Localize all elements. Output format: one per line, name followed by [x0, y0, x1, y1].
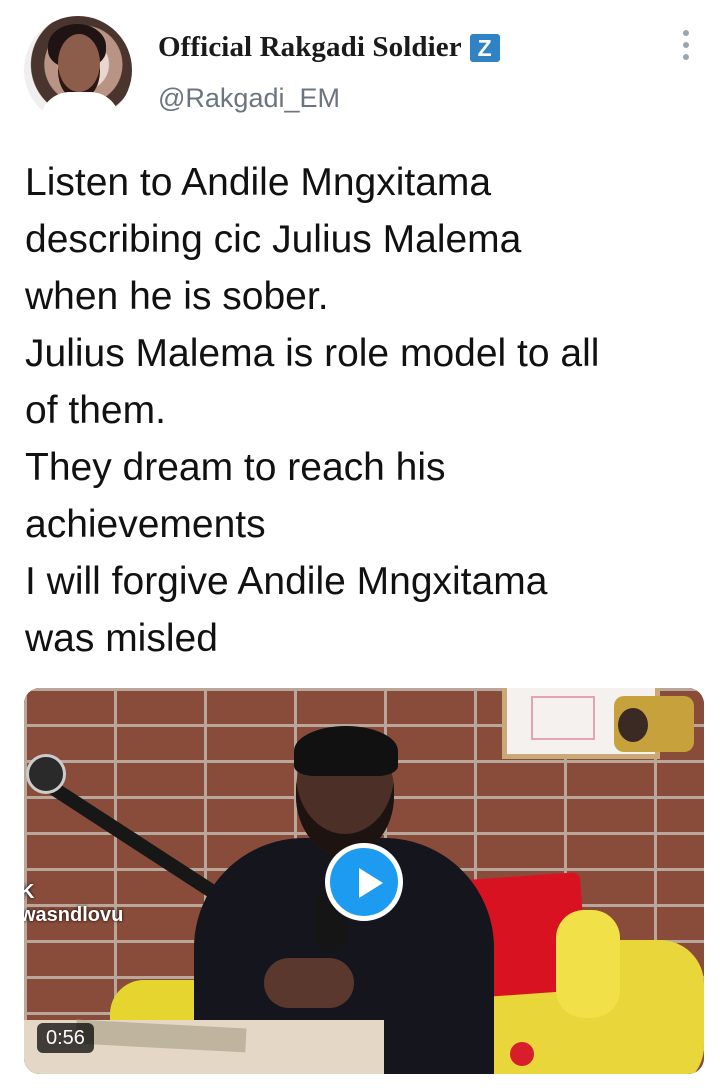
- z-badge: Z: [469, 33, 500, 62]
- microphone-clamp: [26, 754, 66, 794]
- more-options-button[interactable]: [674, 30, 698, 70]
- tweet-text-line: was misled: [25, 617, 218, 660]
- user-handle[interactable]: @Rakgadi_EM: [158, 83, 340, 114]
- vertical-ellipsis-icon: [683, 54, 689, 60]
- frame-art: [531, 696, 595, 740]
- tweet-text-line: achievements: [25, 503, 266, 546]
- tweet-header: Official Rakgadi Soldier Z @Rakgadi_EM: [0, 0, 720, 140]
- tweet-text-line: describing cic Julius Malema: [25, 218, 522, 261]
- video-watermark: K wasndlovu: [24, 881, 124, 926]
- logo-face: [618, 708, 648, 742]
- display-name[interactable]: Official Rakgadi Soldier: [158, 31, 462, 64]
- yellow-chair-arm: [556, 910, 620, 1018]
- avatar-face: [58, 34, 100, 92]
- tweet-text-line: Listen to Andile Mngxitama: [25, 161, 492, 204]
- vertical-ellipsis-icon: [683, 30, 689, 36]
- play-button[interactable]: [325, 843, 403, 921]
- speaker-hair: [294, 726, 398, 776]
- tweet-text-line: of them.: [25, 389, 166, 432]
- corner-logo-icon: [614, 696, 694, 752]
- speaker-hands: [264, 958, 354, 1008]
- profile-avatar[interactable]: [24, 16, 132, 124]
- avatar-shirt: [40, 92, 120, 124]
- play-icon: [359, 868, 383, 898]
- tweet-text: Listen to Andile Mngxitama describing ci…: [25, 154, 705, 667]
- video-player[interactable]: K wasndlovu 0:56: [24, 688, 704, 1074]
- name-row: Official Rakgadi Soldier Z: [158, 31, 500, 64]
- tweet-text-line: Julius Malema is role model to all: [25, 332, 600, 375]
- video-duration: 0:56: [37, 1023, 94, 1053]
- red-ball: [510, 1042, 534, 1066]
- tweet-text-line: when he is sober.: [25, 275, 329, 318]
- vertical-ellipsis-icon: [683, 42, 689, 48]
- tweet-text-line: They dream to reach his: [25, 446, 446, 489]
- tweet-text-line: I will forgive Andile Mngxitama: [25, 560, 548, 603]
